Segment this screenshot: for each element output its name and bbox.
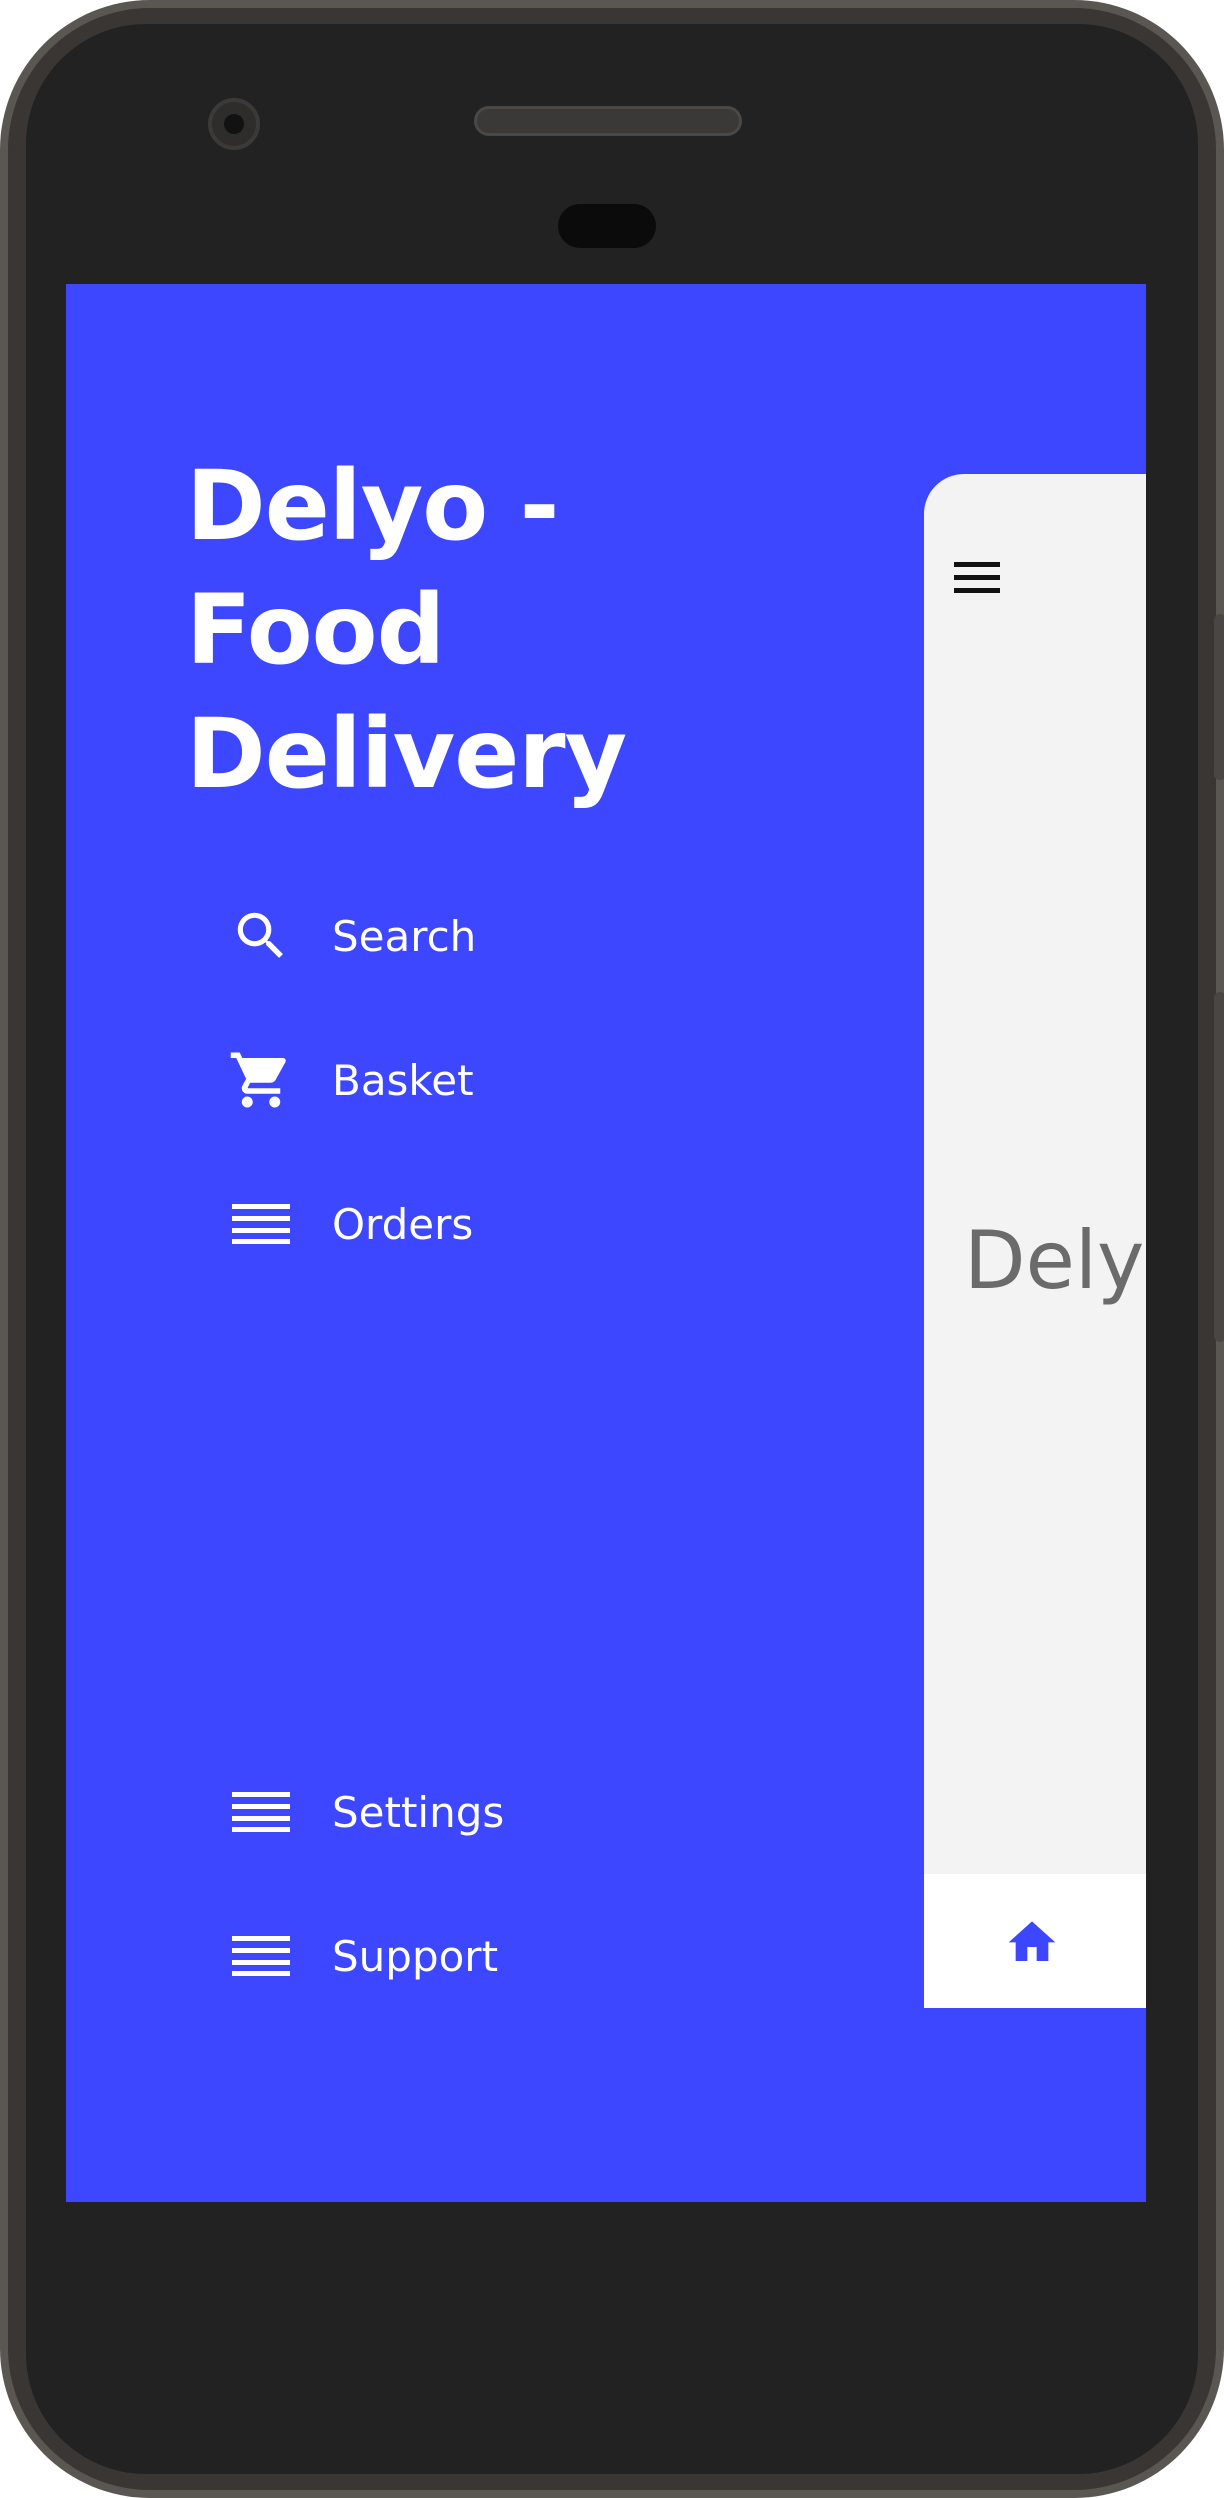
content-title: Delyo	[964, 1214, 1146, 1307]
screen: Delyo - Food Delivery Search Basket Orde…	[66, 284, 1146, 2202]
menu-icon[interactable]	[954, 558, 1002, 598]
power-button	[1214, 992, 1224, 1342]
drawer-item-label: Settings	[332, 1787, 505, 1837]
front-camera	[208, 98, 260, 150]
drawer-item-label: Basket	[332, 1055, 474, 1105]
drawer-menu-top: Search Basket Orders	[226, 864, 476, 1296]
drawer-item-settings[interactable]: Settings	[226, 1740, 504, 1884]
search-icon	[226, 901, 296, 971]
drawer-item-orders[interactable]: Orders	[226, 1152, 476, 1296]
drawer-item-support[interactable]: Support	[226, 1884, 504, 2028]
volume-button	[1214, 614, 1224, 780]
menu-icon	[226, 1921, 296, 1991]
drawer-item-search[interactable]: Search	[226, 864, 476, 1008]
drawer-item-label: Support	[332, 1931, 499, 1981]
proximity-sensor	[558, 204, 656, 248]
main-content-card[interactable]: Delyo	[924, 474, 1146, 2008]
app-title: Delyo - Food Delivery	[186, 450, 627, 810]
drawer-item-label: Orders	[332, 1199, 474, 1249]
home-icon[interactable]	[1004, 1914, 1060, 1966]
cart-icon	[226, 1045, 296, 1115]
menu-icon	[226, 1777, 296, 1847]
bottom-navigation	[924, 1874, 1146, 2008]
phone-frame: Delyo - Food Delivery Search Basket Orde…	[0, 0, 1224, 2498]
menu-icon	[226, 1189, 296, 1259]
drawer-item-basket[interactable]: Basket	[226, 1008, 476, 1152]
drawer-menu-bottom: Settings Support	[226, 1740, 504, 2028]
drawer-item-label: Search	[332, 911, 477, 961]
earpiece-speaker	[474, 106, 742, 136]
